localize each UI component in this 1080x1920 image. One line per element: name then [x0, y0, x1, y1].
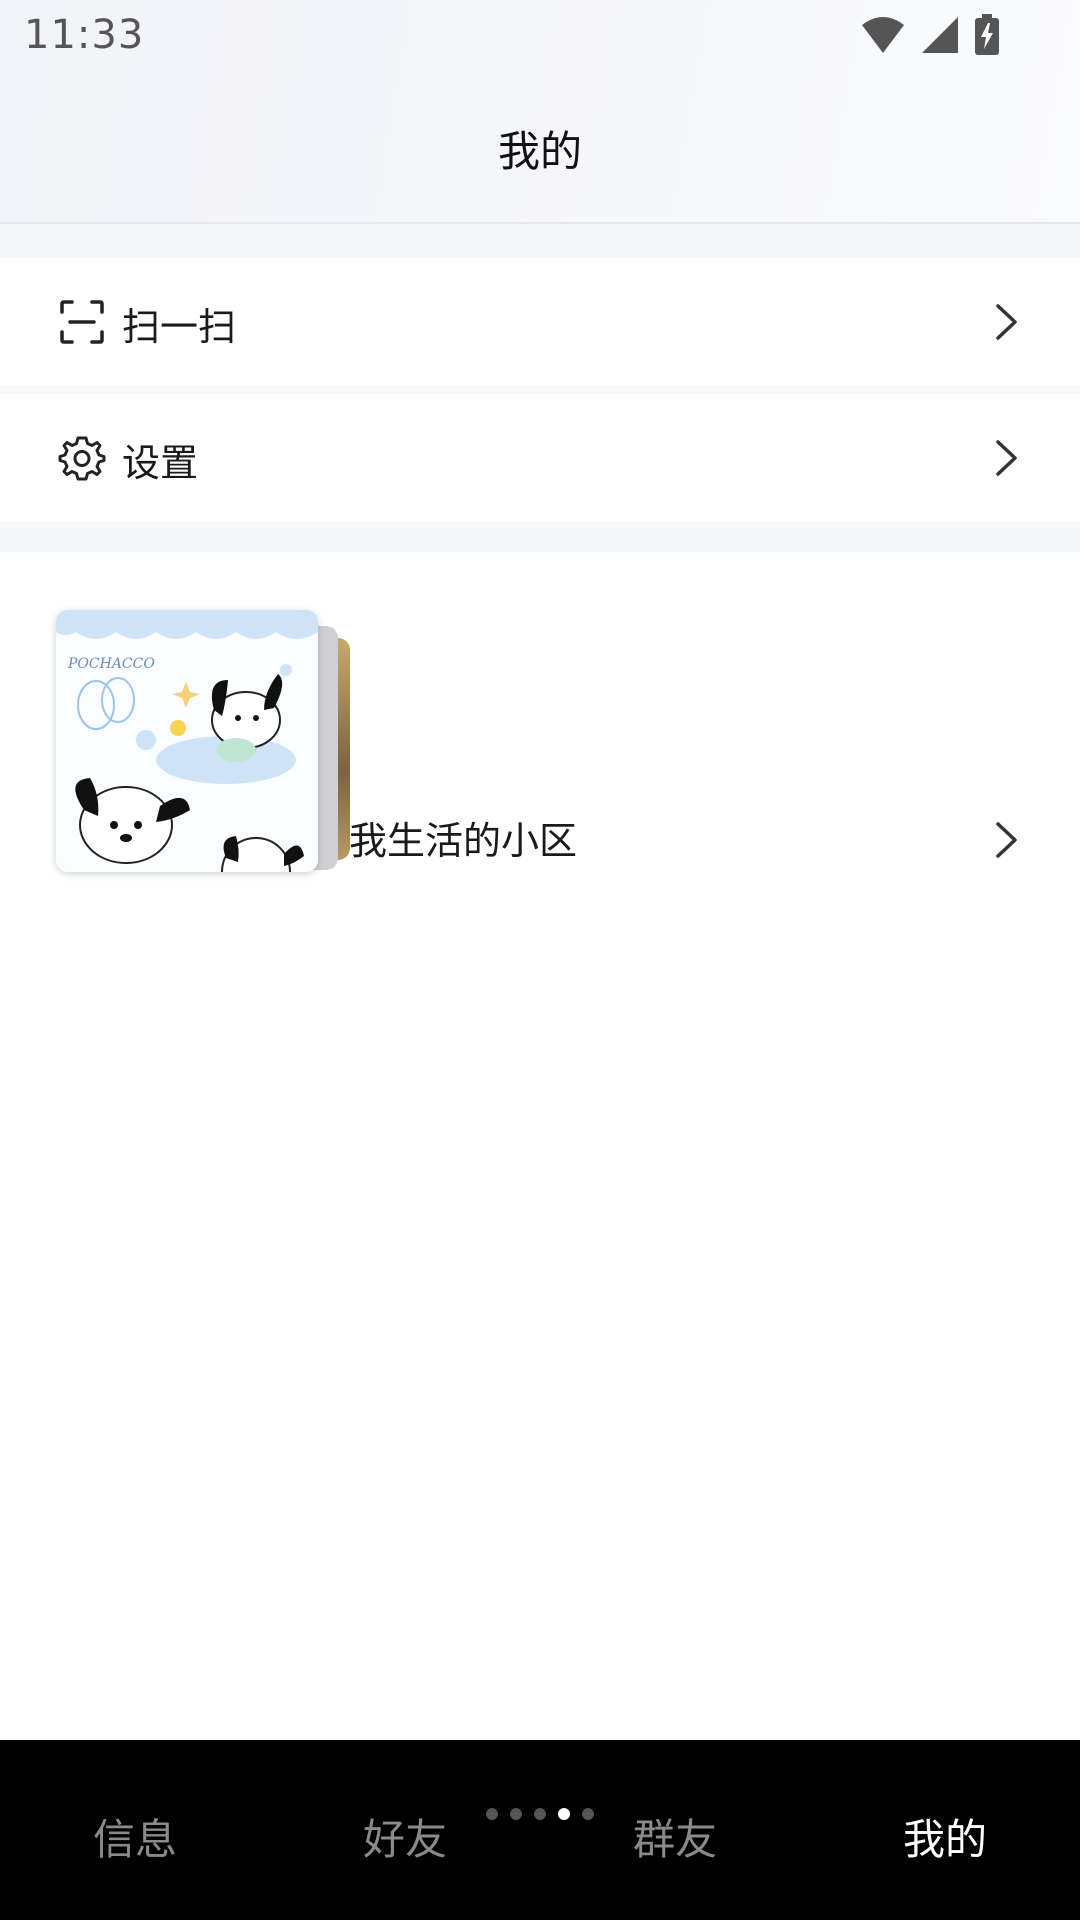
section-gap: [0, 224, 1080, 258]
battery-charging-icon: [975, 14, 999, 55]
menu-item-scan[interactable]: 扫一扫: [0, 258, 1080, 386]
scan-icon: [60, 300, 104, 344]
chevron-right-icon: [996, 304, 1017, 340]
page-dot: [582, 1808, 594, 1820]
status-icons: [860, 14, 1000, 56]
menu-item-label: 扫一扫: [122, 305, 237, 349]
header: 我的: [0, 100, 1080, 190]
status-time: 11:33: [24, 12, 145, 58]
chevron-right-icon: [996, 822, 1017, 858]
community-cover-image: POCHACCO: [56, 610, 318, 872]
status-bar: 11:33: [0, 0, 1080, 74]
section-gap: [0, 386, 1080, 394]
section-gap: [0, 522, 1080, 552]
chevron-right-icon: [996, 440, 1017, 476]
wifi-icon: [862, 17, 904, 53]
pochacco-illustration: POCHACCO: [56, 610, 318, 872]
bottom-tab-bar: 信息 好友 群友 我的: [0, 1740, 1080, 1920]
community-image-stack[interactable]: POCHACCO: [56, 610, 356, 880]
page-title: 我的: [497, 127, 582, 176]
page-dot: [510, 1808, 522, 1820]
signal-icon: [922, 17, 958, 53]
page-indicator: [0, 1808, 1080, 1822]
menu-item-settings[interactable]: 设置: [0, 394, 1080, 522]
community-label: 我生活的小区: [349, 819, 578, 863]
logo-text: POCHACCO: [67, 656, 155, 672]
gear-icon: [58, 436, 106, 481]
menu-item-label: 设置: [122, 441, 199, 485]
page-dot: [534, 1808, 546, 1820]
page-dot-active: [558, 1808, 570, 1820]
page-dot: [486, 1808, 498, 1820]
